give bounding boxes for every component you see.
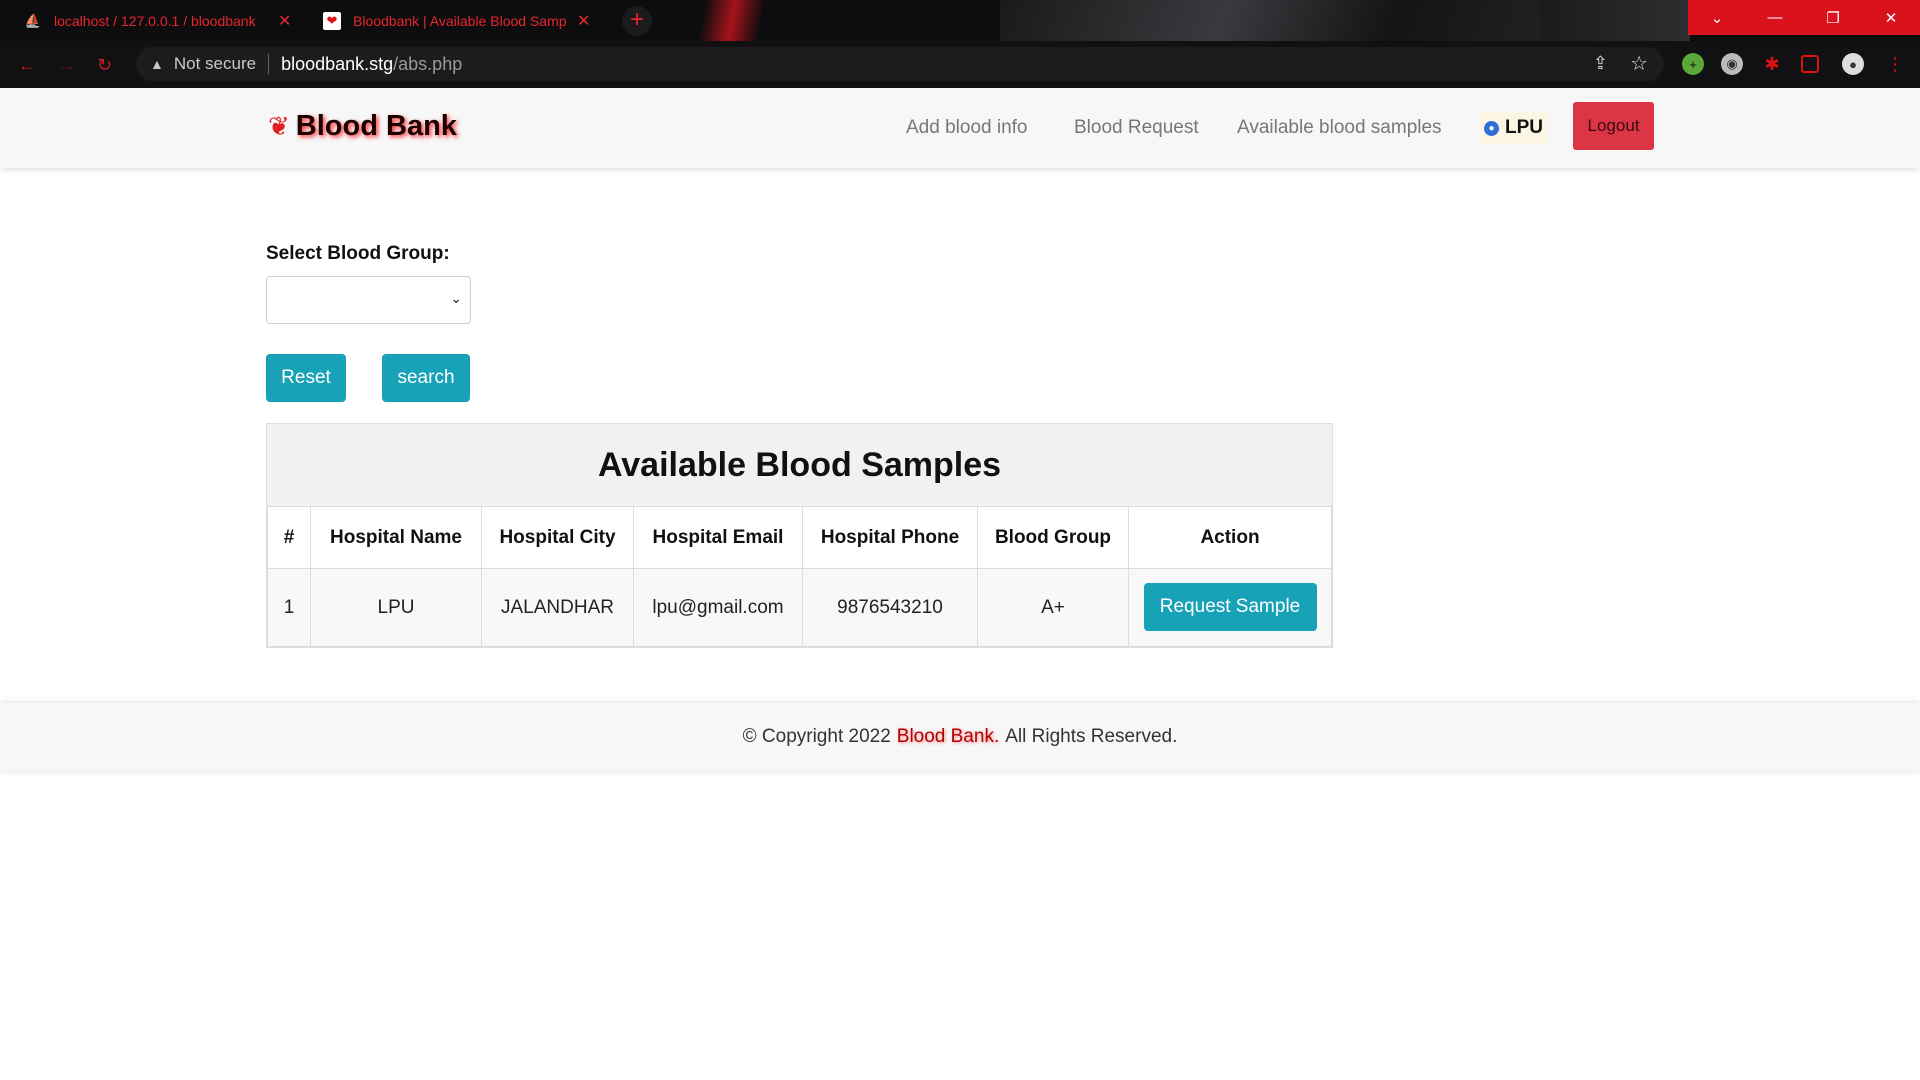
samples-table-container: Available Blood Samples # Hospital Name …: [266, 423, 1333, 648]
table-header-row: # Hospital Name Hospital City Hospital E…: [267, 506, 1332, 569]
cell-hospital-city: JALANDHAR: [481, 568, 634, 647]
close-icon[interactable]: ✕: [278, 11, 291, 31]
brand-logo[interactable]: ❦ Blood Bank: [268, 110, 457, 143]
restore-icon[interactable]: ❐: [1804, 0, 1862, 35]
footer-copyright: © Copyright 2022: [742, 726, 891, 747]
reload-icon[interactable]: ↻: [97, 55, 112, 76]
brand-name: Blood Bank: [295, 110, 457, 142]
back-icon[interactable]: ←: [18, 55, 36, 76]
col-header-hospital-email: Hospital Email: [633, 506, 803, 569]
window-close-icon[interactable]: ✕: [1862, 0, 1920, 35]
site-footer: © Copyright 2022 Blood Bank. All Rights …: [0, 703, 1920, 771]
forward-icon[interactable]: →: [58, 55, 76, 76]
tab-search-icon[interactable]: ⌄: [1688, 0, 1746, 35]
user-name: LPU: [1505, 117, 1543, 138]
browser-tab-phpmyadmin[interactable]: ⛵ localhost / 127.0.0.1 / bloodbank ✕: [12, 0, 303, 41]
extension-puzzle-icon[interactable]: ✱: [1761, 53, 1783, 75]
cell-blood-group: A+: [977, 568, 1129, 647]
browser-tab-bloodbank[interactable]: ❤ Bloodbank | Available Blood Samples ✕: [311, 0, 602, 41]
bloodbank-favicon: ❤: [323, 11, 341, 30]
blood-group-label: Select Blood Group:: [266, 243, 450, 264]
col-header-hospital-phone: Hospital Phone: [802, 506, 978, 569]
cell-hospital-email: lpu@gmail.com: [633, 568, 803, 647]
security-label: Not secure: [173, 54, 257, 73]
address-bar[interactable]: ▲ Not secure bloodbank.stg/abs.php ⇪ ☆: [136, 47, 1664, 81]
nav-available-blood-samples[interactable]: Available blood samples: [1237, 117, 1442, 139]
logout-button[interactable]: Logout: [1573, 102, 1654, 150]
sidepanel-icon[interactable]: [1801, 55, 1819, 73]
blood-drop-icon: ❦: [268, 111, 290, 141]
cell-index: 1: [267, 568, 311, 647]
blood-group-select[interactable]: ⌄: [266, 276, 471, 324]
url-host: bloodbank.stg: [281, 53, 394, 74]
request-sample-button[interactable]: Request Sample: [1143, 583, 1317, 631]
search-button[interactable]: search: [382, 354, 470, 402]
tab-title: localhost / 127.0.0.1 / bloodbank: [54, 12, 256, 29]
footer-brand: Blood Bank.: [896, 726, 1000, 747]
window-controls: ⌄ — ❐ ✕: [1688, 0, 1920, 35]
profile-avatar[interactable]: ●: [1842, 53, 1864, 75]
cell-hospital-phone: 9876543210: [802, 568, 978, 647]
phpmyadmin-icon: ⛵: [24, 12, 42, 28]
extension-plus-icon[interactable]: +: [1682, 53, 1704, 75]
col-header-hospital-name: Hospital Name: [310, 506, 482, 569]
chevron-down-icon: ⌄: [450, 290, 462, 306]
close-icon[interactable]: ✕: [577, 11, 590, 31]
table-row: 1 LPU JALANDHAR lpu@gmail.com 9876543210…: [267, 568, 1332, 647]
bookmark-star-icon[interactable]: ☆: [1630, 51, 1648, 76]
minimize-icon[interactable]: —: [1746, 0, 1804, 35]
browser-titlebar: ⛵ localhost / 127.0.0.1 / bloodbank ✕ ❤ …: [0, 0, 1920, 41]
table-title: Available Blood Samples: [267, 424, 1332, 506]
site-header: ❦ Blood Bank Add blood info Blood Reques…: [0, 88, 1920, 168]
col-header-blood-group: Blood Group: [977, 506, 1129, 569]
menu-kebab-icon[interactable]: ⋮: [1884, 53, 1906, 75]
nav-add-blood-info[interactable]: Add blood info: [906, 117, 1028, 139]
samples-table: # Hospital Name Hospital City Hospital E…: [267, 506, 1332, 647]
cell-action: Request Sample: [1128, 568, 1332, 647]
browser-toolbar: ← → ↻ ▲ Not secure bloodbank.stg/abs.php…: [0, 41, 1920, 88]
url-path: /abs.php: [393, 53, 463, 74]
new-tab-button[interactable]: +: [622, 6, 652, 36]
cell-hospital-name: LPU: [310, 568, 482, 647]
col-header-index: #: [267, 506, 311, 569]
reset-button[interactable]: Reset: [266, 354, 346, 402]
share-icon[interactable]: ⇪: [1593, 53, 1608, 74]
footer-rights: All Rights Reserved.: [1005, 726, 1178, 747]
extension-owl-icon[interactable]: ◉: [1721, 53, 1743, 75]
col-header-hospital-city: Hospital City: [481, 506, 634, 569]
col-header-action: Action: [1128, 506, 1332, 569]
user-badge: ● LPU: [1480, 112, 1547, 144]
warning-icon: ▲: [150, 56, 164, 72]
nav-blood-request[interactable]: Blood Request: [1074, 117, 1199, 139]
tab-title: Bloodbank | Available Blood Samples: [353, 12, 567, 29]
user-icon: ●: [1484, 120, 1499, 136]
